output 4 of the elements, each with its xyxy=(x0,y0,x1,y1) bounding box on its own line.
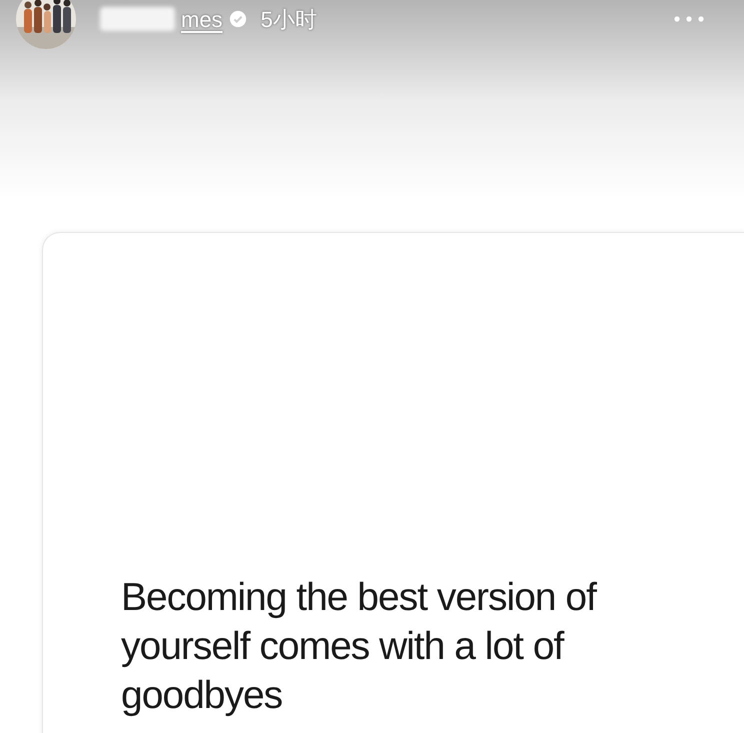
more-options-icon[interactable] xyxy=(674,16,704,22)
username[interactable]: mes xyxy=(181,2,223,36)
post-time: 5小时 xyxy=(260,6,317,34)
quote-text: Becoming the best version of yourself comes with a lot of goodbyes xyxy=(121,575,598,719)
